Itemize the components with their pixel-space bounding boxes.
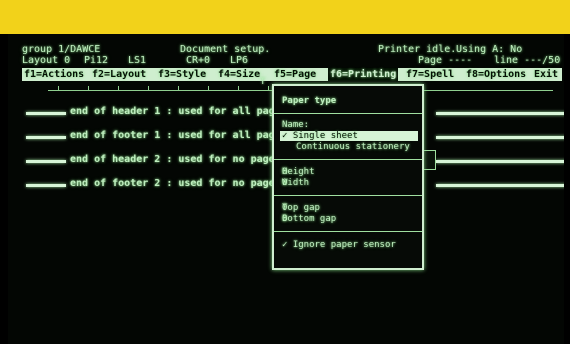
- function-key-bar: f1=Actions f2=Layout f3=Style f4=Size f5…: [22, 68, 562, 81]
- menu-style[interactable]: f3=Style: [158, 68, 206, 81]
- menu-size[interactable]: f4=Size: [218, 68, 260, 81]
- top-gap-value[interactable]: 0: [282, 203, 414, 213]
- ignore-paper-sensor-option[interactable]: ✓ Ignore paper sensor: [282, 240, 396, 250]
- line-dash: [436, 160, 564, 163]
- ruler-tab-mark: T: [260, 77, 266, 87]
- line-dash: [26, 136, 66, 139]
- layout-indicator: Layout 0: [22, 55, 71, 66]
- menu-spell[interactable]: f7=Spell: [406, 68, 454, 81]
- doc-line-text: end of footer 1 : used for all pages: [70, 130, 287, 141]
- width-value[interactable]: 0: [282, 178, 414, 188]
- doc-line-text: end of header 2 : used for no pages: [70, 154, 281, 165]
- group-indicator: group 1/DAWCE: [22, 44, 101, 55]
- divider: [274, 113, 422, 114]
- line-dash: [26, 160, 66, 163]
- height-value[interactable]: 0: [282, 167, 414, 177]
- lpi-indicator: LP6: [230, 55, 249, 66]
- line-dash: [436, 112, 564, 115]
- line-dash: [26, 112, 66, 115]
- line-dash: [436, 136, 564, 139]
- photo-yellow-band: [0, 0, 570, 34]
- drive-status: Using A: No: [456, 44, 523, 55]
- pitch-indicator: Pi12: [84, 55, 109, 66]
- name-label: Name:: [282, 120, 310, 130]
- menu-exit[interactable]: Exit: [534, 68, 558, 81]
- doc-line-text: end of footer 2 : used for no pages: [70, 178, 281, 189]
- line-dash: [436, 184, 564, 187]
- line-spacing-indicator: LS1: [128, 55, 147, 66]
- option-continuous-stationery[interactable]: Continuous stationery: [296, 142, 410, 152]
- dialog-title: Paper type: [282, 96, 337, 106]
- line-dash: [26, 184, 66, 187]
- menu-page[interactable]: f5=Page: [274, 68, 316, 81]
- divider: [274, 195, 422, 196]
- monitor-screen: group 1/DAWCE Document setup. Printer id…: [8, 34, 564, 344]
- option-single-sheet[interactable]: ✓ Single sheet: [280, 131, 418, 141]
- menu-actions[interactable]: f1=Actions: [24, 68, 84, 81]
- printer-status: Printer idle.: [378, 44, 457, 55]
- bottom-gap-value[interactable]: 0: [282, 214, 414, 224]
- menu-options[interactable]: f8=Options: [466, 68, 526, 81]
- doc-line-text: end of header 1 : used for all pages: [70, 106, 287, 117]
- cr-indicator: CR+0: [186, 55, 211, 66]
- divider: [274, 231, 422, 232]
- menu-layout[interactable]: f2=Layout: [92, 68, 146, 81]
- line-indicator: line ---/50: [494, 55, 561, 66]
- menu-printing[interactable]: f6=Printing: [328, 68, 399, 81]
- paper-type-dialog: Paper type Name: ✓ Single sheet Continuo…: [272, 84, 424, 270]
- divider: [274, 159, 422, 160]
- page-indicator: Page ----: [418, 55, 473, 66]
- document-mode: Document setup.: [180, 44, 271, 55]
